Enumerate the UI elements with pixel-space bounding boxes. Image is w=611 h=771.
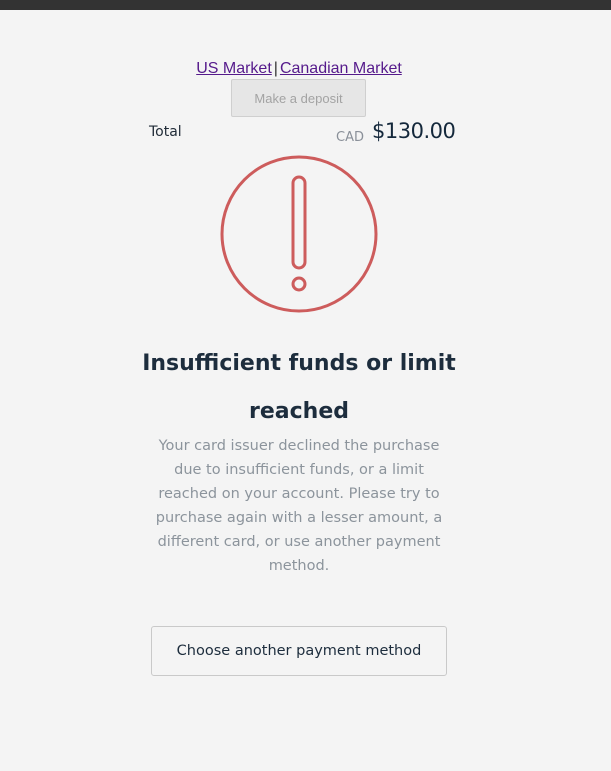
error-description-line: method.: [268, 558, 330, 574]
currency-code: CAD: [336, 130, 364, 145]
total-amount: $130.00: [372, 119, 456, 143]
error-title-line: reached: [249, 399, 349, 424]
us-market-link[interactable]: US Market: [196, 60, 272, 77]
error-title: Insufficient funds or limit reached: [0, 340, 598, 436]
total-label: Total: [149, 124, 182, 140]
error-description: Your card issuer declined the purchase d…: [155, 434, 443, 578]
error-description-line: reached on your account. Please try to: [158, 486, 440, 502]
canadian-market-link[interactable]: Canadian Market: [280, 60, 402, 77]
market-links: US Market | Canadian Market: [0, 60, 598, 78]
error-description-line: due to insufficient funds, or a limit: [174, 462, 424, 478]
top-bar: [0, 0, 611, 10]
make-deposit-button[interactable]: Make a deposit: [231, 79, 366, 117]
exclamation-circle-icon: [220, 155, 378, 313]
error-description-line: different card, or use another payment: [157, 534, 441, 550]
error-description-line: Your card issuer declined the purchase: [158, 438, 440, 454]
error-title-line: Insufficient funds or limit: [142, 351, 456, 376]
error-description-line: purchase again with a lesser amount, a: [155, 510, 443, 526]
choose-another-payment-button[interactable]: Choose another payment method: [151, 626, 447, 676]
market-separator: |: [273, 60, 278, 77]
